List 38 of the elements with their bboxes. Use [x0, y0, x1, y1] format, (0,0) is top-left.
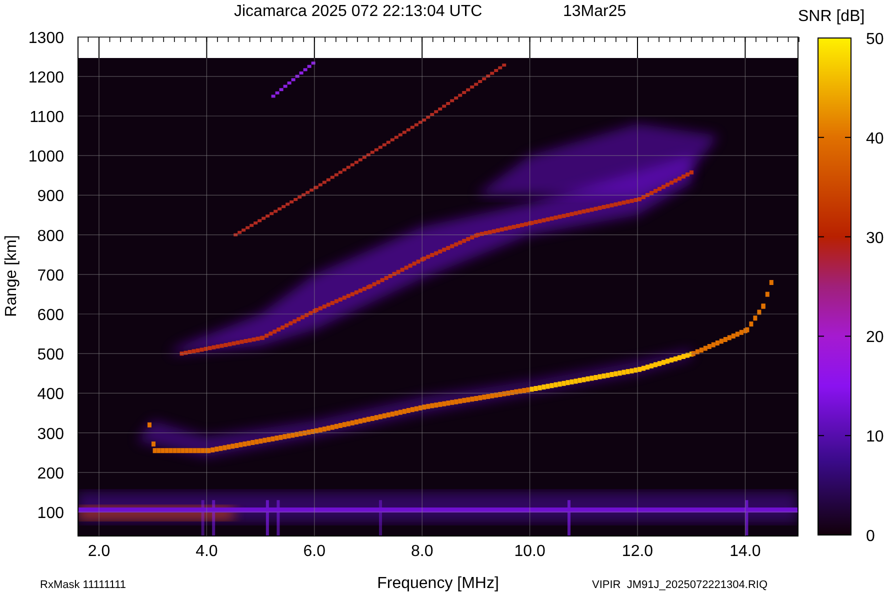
- y-tick-label: 400: [37, 386, 64, 404]
- x-tick-label: 2.0: [88, 543, 110, 560]
- y-tick-label: 1300: [28, 30, 64, 47]
- plot-title: Jicamarca 2025 072 22:13:04 UTC: [234, 3, 482, 20]
- file-name-label: VIPIR JM91J_2025072221304.RIQ: [592, 579, 768, 591]
- date-label: 13Mar25: [563, 3, 626, 20]
- rx-mask-label: RxMask 11111111: [40, 579, 126, 591]
- y-tick-label: 700: [37, 267, 64, 284]
- interference-streak: [266, 500, 269, 536]
- colorbar-tick-label: 50: [866, 31, 884, 48]
- colorbar-tick-label: 0: [866, 528, 875, 545]
- y-tick-label: 900: [37, 188, 64, 206]
- interference-streak: [201, 500, 204, 536]
- colorbar-tick-label: 40: [866, 130, 884, 148]
- y-tick-label: 600: [37, 307, 64, 324]
- x-tick-label: 4.0: [196, 543, 218, 560]
- y-tick-label: 300: [37, 426, 64, 443]
- x-axis-label: Frequency [MHz]: [377, 575, 499, 592]
- y-tick-label: 800: [37, 228, 64, 245]
- x-tick-label: 10.0: [514, 543, 546, 560]
- interference-streak: [745, 500, 748, 536]
- y-tick-label: 500: [37, 346, 64, 364]
- colorbar-tick-label: 20: [866, 329, 884, 346]
- y-tick-label: 1000: [28, 148, 64, 166]
- colorbar-tick-label: 30: [866, 230, 884, 247]
- y-tick-label: 1100: [30, 109, 64, 126]
- x-tick-label: 14.0: [730, 543, 761, 560]
- y-tick-label: 200: [37, 465, 64, 482]
- x-tick-label: 6.0: [303, 543, 326, 560]
- colorbar-label: SNR [dB]: [798, 8, 865, 25]
- y-tick-label: 1200: [28, 69, 64, 86]
- x-tick-label: 8.0: [410, 543, 434, 560]
- colorbar-tick-label: 10: [866, 428, 884, 446]
- y-tick-label: 100: [37, 505, 64, 522]
- interference-streak: [212, 500, 216, 536]
- x-tick-label: 12.0: [622, 543, 654, 560]
- interference-streak: [276, 500, 280, 536]
- y-axis-label: Range [km]: [3, 235, 20, 317]
